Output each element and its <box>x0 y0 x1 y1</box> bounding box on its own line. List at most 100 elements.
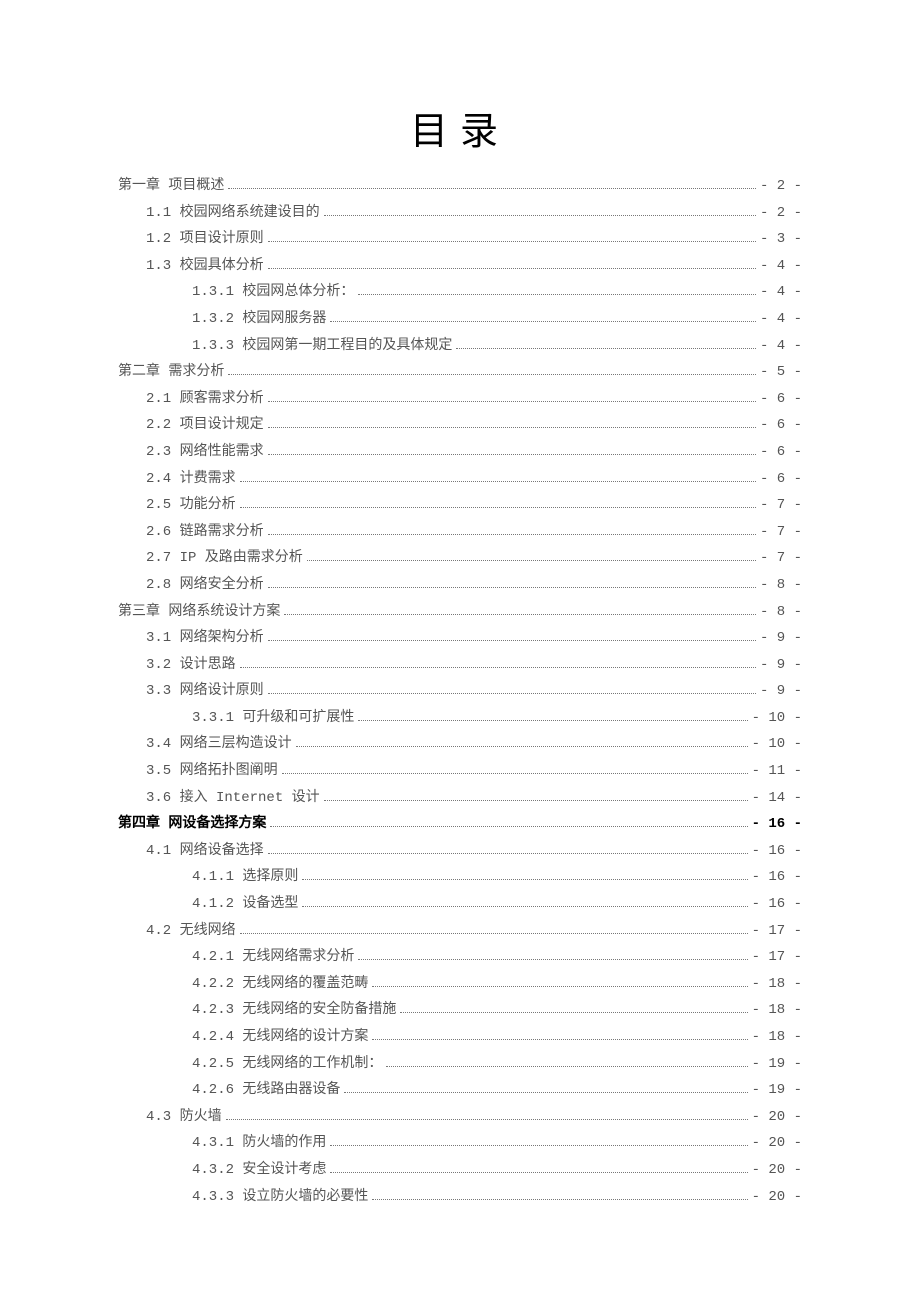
toc-entry[interactable]: 4.2.5 无线网络的工作机制：- 19 - <box>118 1051 802 1078</box>
toc-entry[interactable]: 2.2 项目设计规定- 6 - <box>118 412 802 439</box>
toc-entry-text: 4.2.6 无线路由器设备 <box>192 1077 340 1104</box>
toc-entry-page: - 6 - <box>760 439 802 466</box>
toc-entry[interactable]: 4.1 网络设备选择- 16 - <box>118 838 802 865</box>
toc-entry-text: 1.1 校园网络系统建设目的 <box>146 200 320 227</box>
toc-entry-page: - 10 - <box>752 705 802 732</box>
toc-entry-page: - 19 - <box>752 1077 802 1104</box>
toc-entry[interactable]: 2.5 功能分析- 7 - <box>118 492 802 519</box>
toc-leader-dots <box>307 549 756 561</box>
toc-leader-dots <box>330 1161 747 1173</box>
toc-entry[interactable]: 2.3 网络性能需求- 6 - <box>118 439 802 466</box>
toc-entry[interactable]: 4.2.6 无线路由器设备 - 19 - <box>118 1077 802 1104</box>
toc-entry-page: - 5 - <box>760 359 802 386</box>
toc-leader-dots <box>268 576 756 588</box>
toc-leader-dots <box>268 842 748 854</box>
toc-entry-text: 3.4 网络三层构造设计 <box>146 731 292 758</box>
toc-entry-text: 第三章 网络系统设计方案 <box>118 599 280 626</box>
toc-entry[interactable]: 1.3.2 校园网服务器- 4 - <box>118 306 802 333</box>
toc-entry[interactable]: 4.1.1 选择原则- 16 - <box>118 864 802 891</box>
toc-entry[interactable]: 4.3.2 安全设计考虑- 20 - <box>118 1157 802 1184</box>
toc-leader-dots <box>372 975 747 987</box>
toc-entry-page: - 20 - <box>752 1130 802 1157</box>
toc-leader-dots <box>386 1054 747 1066</box>
toc-entry-text: 2.2 项目设计规定 <box>146 412 264 439</box>
toc-leader-dots <box>324 203 756 215</box>
toc-entry[interactable]: 4.2.1 无线网络需求分析- 17 - <box>118 944 802 971</box>
toc-leader-dots <box>296 735 748 747</box>
toc-entry-page: - 16 - <box>752 891 802 918</box>
toc-entry[interactable]: 第二章 需求分析- 5 - <box>118 359 802 386</box>
toc-entry[interactable]: 3.3.1 可升级和可扩展性- 10 - <box>118 705 802 732</box>
toc-entry[interactable]: 1.3.1 校园网总体分析： - 4 - <box>118 279 802 306</box>
toc-leader-dots <box>344 1081 747 1093</box>
toc-entry-text: 4.1.1 选择原则 <box>192 864 298 891</box>
toc-entry-text: 4.2.2 无线网络的覆盖范畴 <box>192 971 368 998</box>
toc-entry[interactable]: 4.2.4 无线网络的设计方案 - 18 - <box>118 1024 802 1051</box>
toc-leader-dots <box>268 682 756 694</box>
toc-entry[interactable]: 3.3 网络设计原则- 9 - <box>118 678 802 705</box>
toc-entry-text: 1.3.1 校园网总体分析： <box>192 279 354 306</box>
toc-entry[interactable]: 第四章 网设备选择方案- 16 - <box>118 811 802 838</box>
toc-entry[interactable]: 4.2.3 无线网络的安全防备措施- 18 - <box>118 997 802 1024</box>
toc-entry[interactable]: 第一章 项目概述- 2 - <box>118 173 802 200</box>
toc-entry[interactable]: 1.2 项目设计原则- 3 - <box>118 226 802 253</box>
toc-entry[interactable]: 4.2 无线网络- 17 - <box>118 918 802 945</box>
toc-entry[interactable]: 3.2 设计思路- 9 - <box>118 652 802 679</box>
toc-leader-dots <box>268 257 756 269</box>
toc-entry[interactable]: 4.3.1 防火墙的作用- 20 - <box>118 1130 802 1157</box>
toc-entry[interactable]: 2.4 计费需求 - 6 - <box>118 466 802 493</box>
toc-entry-page: - 4 - <box>760 253 802 280</box>
toc-entry[interactable]: 4.1.2 设备选型 - 16 - <box>118 891 802 918</box>
toc-entry[interactable]: 4.3.3 设立防火墙的必要性- 20 - <box>118 1184 802 1211</box>
toc-entry-text: 2.1 顾客需求分析 <box>146 386 264 413</box>
toc-entry-page: - 7 - <box>760 492 802 519</box>
toc-entry-text: 3.5 网络拓扑图阐明 <box>146 758 278 785</box>
toc-leader-dots <box>456 336 756 348</box>
toc-entry[interactable]: 4.3 防火墙- 20 - <box>118 1104 802 1131</box>
toc-entry[interactable]: 3.4 网络三层构造设计- 10 - <box>118 731 802 758</box>
toc-entry-page: - 14 - <box>752 785 802 812</box>
toc-entry-page: - 18 - <box>752 1024 802 1051</box>
toc-leader-dots <box>400 1001 747 1013</box>
toc-entry-page: - 17 - <box>752 918 802 945</box>
toc-entry-text: 4.1.2 设备选型 <box>192 891 298 918</box>
toc-leader-dots <box>268 523 756 535</box>
toc-leader-dots <box>240 656 756 668</box>
toc-entry-page: - 2 - <box>760 173 802 200</box>
toc-entry-text: 2.4 计费需求 <box>146 466 236 493</box>
toc-leader-dots <box>358 283 756 295</box>
toc-leader-dots <box>358 709 747 721</box>
toc-entry[interactable]: 3.6 接入 Internet 设计- 14 - <box>118 785 802 812</box>
toc-entry-text: 4.3 防火墙 <box>146 1104 222 1131</box>
toc-leader-dots <box>268 390 756 402</box>
toc-leader-dots <box>240 469 756 481</box>
toc-entry[interactable]: 1.3 校园具体分析- 4 - <box>118 253 802 280</box>
toc-entry[interactable]: 2.6 链路需求分析- 7 - <box>118 519 802 546</box>
document-page: 目录 第一章 项目概述- 2 -1.1 校园网络系统建设目的- 2 -1.2 项… <box>0 0 920 1270</box>
toc-entry[interactable]: 2.8 网络安全分析- 8 - <box>118 572 802 599</box>
toc-entry[interactable]: 1.1 校园网络系统建设目的- 2 - <box>118 200 802 227</box>
toc-entry-page: - 6 - <box>760 466 802 493</box>
toc-entry-text: 4.2.4 无线网络的设计方案 <box>192 1024 368 1051</box>
toc-entry-text: 4.2.5 无线网络的工作机制： <box>192 1051 382 1078</box>
toc-leader-dots <box>226 1108 748 1120</box>
toc-entry[interactable]: 1.3.3 校园网第一期工程目的及具体规定- 4 - <box>118 333 802 360</box>
toc-leader-dots <box>268 230 756 242</box>
toc-leader-dots <box>282 762 748 774</box>
toc-entry[interactable]: 2.7 IP 及路由需求分析- 7 - <box>118 545 802 572</box>
toc-title: 目录 <box>118 100 802 155</box>
toc-entry-text: 第四章 网设备选择方案 <box>118 811 266 838</box>
toc-leader-dots <box>270 815 747 827</box>
toc-entry[interactable]: 2.1 顾客需求分析- 6 - <box>118 386 802 413</box>
toc-leader-dots <box>302 895 747 907</box>
toc-entry-page: - 9 - <box>760 678 802 705</box>
toc-entry-text: 3.2 设计思路 <box>146 652 236 679</box>
toc-entry-page: - 18 - <box>752 997 802 1024</box>
toc-entry[interactable]: 3.5 网络拓扑图阐明- 11 - <box>118 758 802 785</box>
toc-entry-page: - 20 - <box>752 1157 802 1184</box>
toc-entry[interactable]: 4.2.2 无线网络的覆盖范畴- 18 - <box>118 971 802 998</box>
toc-entry[interactable]: 3.1 网络架构分析- 9 - <box>118 625 802 652</box>
toc-entry[interactable]: 第三章 网络系统设计方案- 8 - <box>118 599 802 626</box>
toc-leader-dots <box>268 443 756 455</box>
toc-entry-page: - 4 - <box>760 279 802 306</box>
